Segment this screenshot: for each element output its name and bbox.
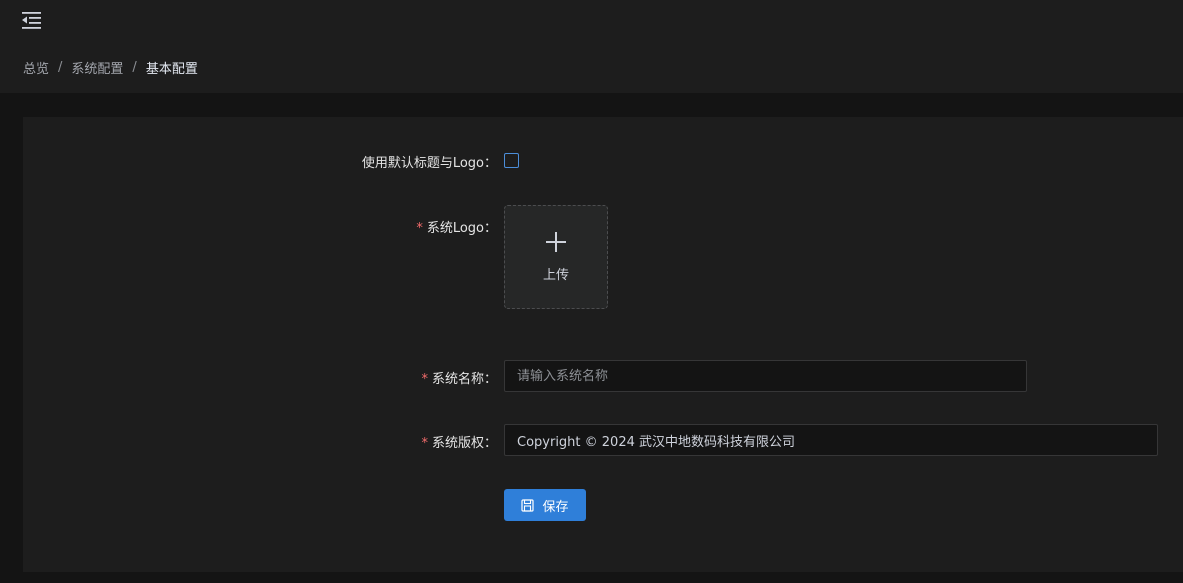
copyright-label: * 系统版权： — [421, 436, 497, 451]
use-default-checkbox[interactable] — [504, 153, 519, 168]
save-button-label: 保存 — [542, 499, 569, 515]
required-mark: * — [421, 436, 428, 451]
required-mark: * — [416, 221, 423, 236]
config-form-card: 使用默认标题与Logo： *系统Logo： 上传 *系统名称： *系统版权： 保… — [23, 117, 1183, 572]
top-header: 总览 / 系统配置 / 基本配置 — [0, 0, 1183, 93]
breadcrumb-item-overview[interactable]: 总览 — [23, 58, 49, 77]
breadcrumb: 总览 / 系统配置 / 基本配置 — [23, 58, 198, 77]
required-mark: * — [421, 372, 428, 387]
system-name-label: * 系统名称： — [421, 372, 497, 387]
logo-upload-button[interactable]: 上传 — [504, 205, 608, 309]
save-button[interactable]: 保存 — [504, 489, 586, 521]
breadcrumb-item-basic-config: 基本配置 — [145, 61, 198, 77]
upload-text: 上传 — [542, 267, 569, 283]
plus-icon — [546, 231, 566, 252]
breadcrumb-separator: / — [132, 59, 137, 75]
logo-label: * 系统Logo： — [416, 221, 497, 236]
copyright-input[interactable] — [504, 424, 1158, 456]
breadcrumb-item-system-config[interactable]: 系统配置 — [71, 58, 123, 77]
use-default-label: 使用默认标题与Logo： — [361, 156, 497, 171]
system-name-input[interactable] — [504, 360, 1027, 392]
breadcrumb-separator: / — [58, 59, 63, 75]
save-icon — [521, 498, 535, 512]
menu-fold-icon[interactable] — [22, 11, 42, 29]
